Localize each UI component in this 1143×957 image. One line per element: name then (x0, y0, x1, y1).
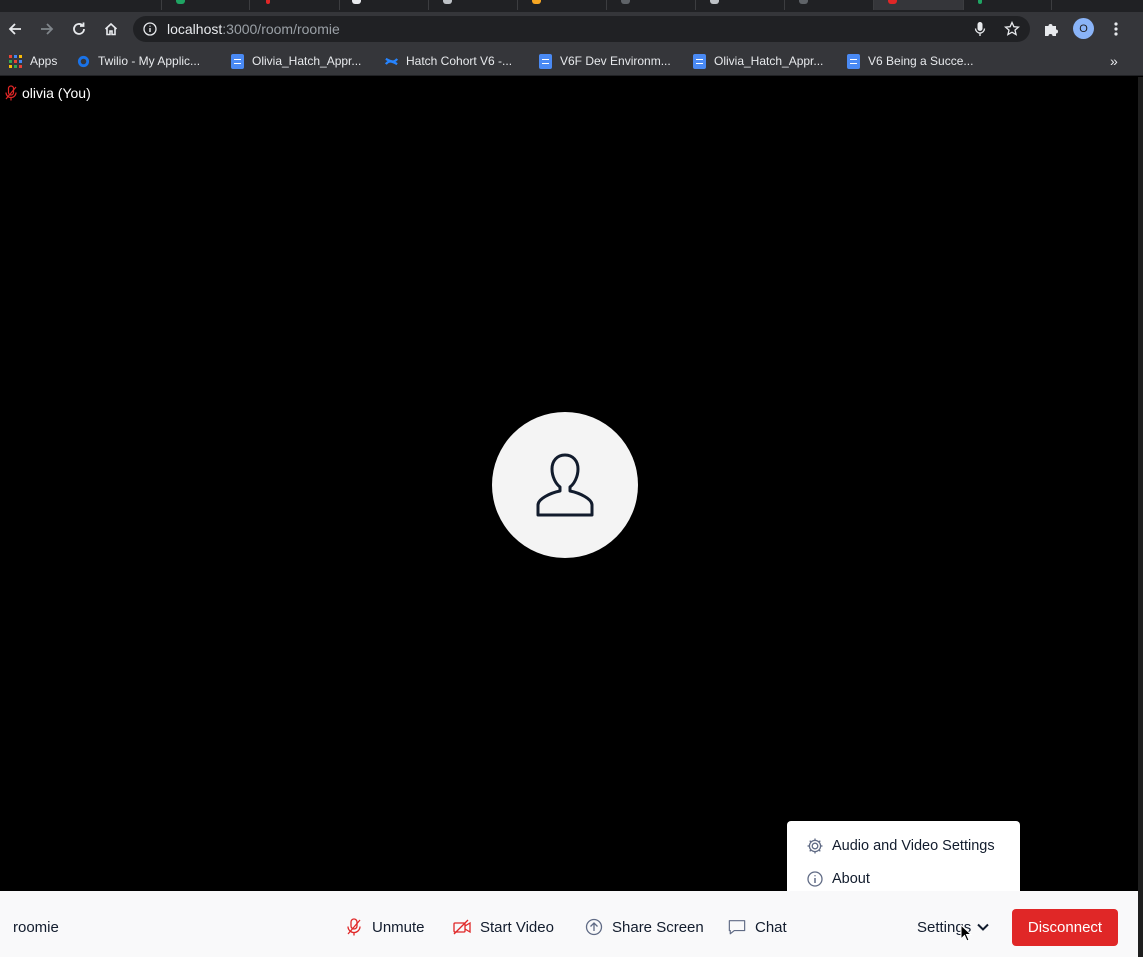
chat-label: Chat (755, 918, 787, 936)
start-video-button[interactable]: Start Video (453, 916, 554, 938)
apps-grid-icon (9, 54, 22, 68)
url-path: :3000/room/roomie (222, 21, 340, 37)
bookmark-label: Olivia_Hatch_Appr... (714, 54, 824, 68)
browser-tab[interactable] (964, 0, 1052, 10)
bookmark-apps[interactable]: Apps (9, 53, 57, 69)
reload-button[interactable] (68, 18, 90, 40)
favicon (888, 0, 897, 4)
mic-muted-icon (5, 85, 17, 101)
participant-avatar (492, 412, 638, 558)
home-button[interactable] (100, 18, 122, 40)
favicon (710, 0, 719, 4)
browser-tab[interactable] (340, 0, 429, 10)
bookmarks-overflow-button[interactable]: » (1110, 53, 1118, 69)
google-docs-icon (539, 53, 552, 69)
unmute-label: Unmute (372, 918, 425, 936)
settings-button[interactable]: Settings (917, 916, 989, 938)
arrow-right-icon (41, 23, 54, 35)
menu-item-about[interactable]: About (787, 864, 1020, 894)
reload-icon (73, 22, 85, 35)
extensions-puzzle-icon[interactable] (1043, 21, 1059, 37)
browser-tab[interactable] (607, 0, 696, 10)
favicon (443, 0, 452, 4)
favicon (352, 0, 361, 4)
browser-tab[interactable] (785, 0, 874, 10)
browser-toolbar: localhost:3000/room/roomie O (0, 12, 1143, 46)
favicon (266, 0, 270, 4)
browser-tab[interactable] (429, 0, 518, 10)
info-icon (806, 870, 824, 888)
star-icon[interactable] (1004, 21, 1020, 37)
bookmark-label: V6 Being a Succe... (868, 54, 974, 68)
video-stage: olivia (You) (0, 77, 1138, 891)
room-name: roomie (13, 919, 59, 936)
gear-icon (806, 837, 824, 855)
chat-button[interactable]: Chat (728, 916, 787, 938)
favicon (621, 0, 630, 4)
bookmark-doc[interactable]: Olivia_Hatch_Appr... (693, 53, 823, 69)
chevron-down-icon (977, 923, 989, 931)
browser-tab-active[interactable] (874, 0, 964, 10)
unmute-button[interactable]: Unmute (345, 916, 425, 938)
forward-button[interactable] (36, 18, 58, 40)
twilio-icon (77, 55, 90, 67)
bookmark-label: Hatch Cohort V6 -... (406, 54, 513, 68)
confluence-icon (385, 57, 398, 65)
bookmark-label: V6F Dev Environm... (560, 54, 671, 68)
browser-tab-strip (0, 0, 1143, 12)
bookmark-doc[interactable]: V6F Dev Environm... (539, 53, 671, 69)
favicon (799, 0, 808, 4)
sheets-favicon (176, 0, 185, 4)
participant-info: olivia (You) (4, 85, 91, 101)
bookmark-doc[interactable]: V6 Being a Succe... (847, 53, 973, 69)
menu-item-audio-video-settings[interactable]: Audio and Video Settings (787, 831, 1020, 861)
bookmark-label: Apps (30, 54, 58, 68)
google-docs-icon (693, 53, 706, 69)
home-icon (104, 22, 118, 36)
microphone-icon[interactable] (974, 21, 986, 37)
chat-icon (728, 918, 746, 936)
mic-muted-icon (345, 918, 363, 936)
window-edge (1138, 77, 1143, 957)
share-screen-icon (585, 918, 603, 936)
menu-item-label: Audio and Video Settings (832, 838, 995, 854)
url-host: localhost (167, 21, 223, 37)
browser-tab[interactable] (162, 0, 250, 10)
person-icon (536, 453, 594, 517)
bookmark-label: Olivia_Hatch_Appr... (252, 54, 362, 68)
start-video-label: Start Video (480, 918, 554, 936)
mouse-cursor-icon (960, 924, 972, 942)
google-docs-icon (231, 53, 244, 69)
browser-tab[interactable] (250, 0, 340, 10)
address-bar[interactable]: localhost:3000/room/roomie (133, 16, 1030, 42)
google-docs-icon (847, 53, 860, 69)
video-off-icon (453, 918, 471, 936)
arrow-left-icon (8, 23, 21, 35)
bookmark-label: Twilio - My Applic... (98, 54, 201, 68)
favicon (978, 0, 982, 4)
share-screen-button[interactable]: Share Screen (585, 916, 704, 938)
back-button[interactable] (4, 18, 26, 40)
menu-item-label: About (832, 871, 870, 887)
url-text[interactable]: localhost:3000/room/roomie (167, 21, 340, 37)
bookmarks-bar: Apps Twilio - My Applic... Olivia_Hatch_… (0, 46, 1143, 76)
participant-name: olivia (You) (22, 85, 91, 101)
browser-tab[interactable] (518, 0, 607, 10)
share-screen-label: Share Screen (612, 918, 704, 936)
browser-tab[interactable] (0, 0, 162, 10)
disconnect-button[interactable]: Disconnect (1012, 909, 1118, 946)
browser-tab[interactable] (696, 0, 785, 10)
favicon (532, 0, 541, 4)
profile-avatar[interactable]: O (1073, 18, 1094, 39)
bookmark-doc[interactable]: Olivia_Hatch_Appr... (231, 53, 361, 69)
bookmark-twilio[interactable]: Twilio - My Applic... (77, 53, 200, 69)
bookmark-confluence[interactable]: Hatch Cohort V6 -... (385, 53, 512, 69)
kebab-menu-icon[interactable] (1110, 21, 1122, 37)
info-circle-icon[interactable] (143, 22, 157, 36)
